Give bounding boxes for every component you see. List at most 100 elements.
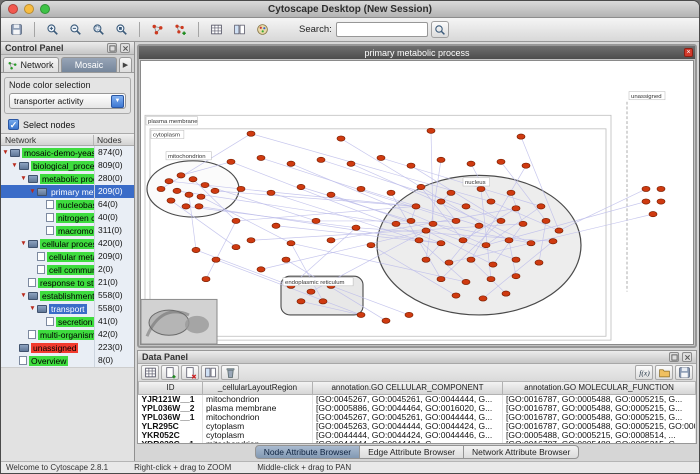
network-node[interactable] [555,228,563,233]
network-node[interactable] [452,293,460,298]
birdseye-view[interactable] [141,299,217,344]
table-row[interactable]: YJR121W__1mitochondrion[GO:0045267, GO:0… [139,394,696,404]
network-node[interactable] [497,159,505,164]
network-node[interactable] [512,257,520,262]
network-node[interactable] [237,186,245,191]
network-node[interactable] [312,218,320,223]
table-row[interactable]: YLR295Ccytoplasm[GO:0045263, GO:0044444,… [139,422,696,431]
network-node[interactable] [429,221,437,226]
tree-row-mosaic-demo-yeast[interactable]: ▼mosaic-demo-yeast874(0) [1,146,134,159]
network-node[interactable] [232,218,240,223]
expander-icon[interactable]: ▼ [19,240,28,247]
network-edge[interactable] [251,134,491,202]
select-attributes-icon[interactable] [141,365,159,380]
network-node[interactable] [489,262,497,267]
table-row[interactable]: YPL036W__1mitochondrion[GO:0045267, GO:0… [139,413,696,422]
network-edge[interactable] [206,221,236,279]
network-node[interactable] [212,257,220,262]
network-node[interactable] [649,212,657,217]
tree-row-transport[interactable]: ▼transport558(0) [1,302,134,315]
network-node[interactable] [467,161,475,166]
tree-row-secretion[interactable]: secretion41(0) [1,315,134,328]
network-node[interactable] [297,184,305,189]
expander-icon[interactable]: ▼ [1,149,10,156]
network-node[interactable] [522,163,530,168]
network-node[interactable] [405,312,413,317]
network-node[interactable] [527,241,535,246]
network-node[interactable] [502,291,510,296]
network-node[interactable] [337,136,345,141]
network-node[interactable] [537,204,545,209]
tab-scroll-right-button[interactable]: ▶ [119,57,132,72]
network-node[interactable] [512,274,520,279]
network-node[interactable] [197,194,205,199]
tree-row-cellular-metabo[interactable]: cellular metabo...209(0) [1,250,134,263]
tree-row-response-to-stimul[interactable]: response to stimul...21(0) [1,276,134,289]
network-node[interactable] [657,186,665,191]
create-attribute-icon[interactable] [161,365,179,380]
network-node[interactable] [319,299,327,304]
column-header-cellularlayoutregion[interactable]: _cellularLayoutRegion [203,382,313,394]
network-node[interactable] [642,186,650,191]
network-node[interactable] [297,299,305,304]
tree-row-macromolecule[interactable]: macromolecule...311(0) [1,224,134,237]
column-header-annotation-go-cellular-component[interactable]: annotation.GO CELLULAR_COMPONENT [313,382,503,394]
close-window-button[interactable] [8,4,18,14]
network-node[interactable] [192,247,200,252]
table-row[interactable]: YPL036W__2plasma membrane[GO:0005886, GO… [139,404,696,413]
save-session-icon[interactable] [6,20,27,39]
network-node[interactable] [352,225,360,230]
network-node[interactable] [422,228,430,233]
network-node[interactable] [452,218,460,223]
import-attributes-icon[interactable] [655,365,673,380]
select-nodes-option[interactable]: ✓ Select nodes [8,119,131,130]
network-node[interactable] [437,157,445,162]
tree-row-multi-organism-pro[interactable]: multi-organism pro...42(0) [1,328,134,341]
network-node[interactable] [227,159,235,164]
network-node[interactable] [417,184,425,189]
float-panel-icon[interactable] [107,43,117,53]
network-node[interactable] [182,204,190,209]
table-row[interactable]: YKR052Ccytoplasm[GO:0044444, GO:0044424,… [139,431,696,440]
network-node[interactable] [157,186,165,191]
node-color-dropdown[interactable]: transporter activity ▼ [9,93,126,109]
network-node[interactable] [412,204,420,209]
network-node[interactable] [462,204,470,209]
column-header-id[interactable]: ID [139,382,203,394]
network-node[interactable] [257,155,265,160]
search-go-icon[interactable] [431,21,449,38]
network-node[interactable] [642,199,650,204]
tab-mosaic[interactable]: Mosaic [61,57,117,72]
network-node[interactable] [475,223,483,228]
tree-row-cell-communica[interactable]: cell communica...2(0) [1,263,134,276]
tree-row-nucleobase[interactable]: nucleobase...64(0) [1,198,134,211]
network-node[interactable] [347,161,355,166]
tab-network[interactable]: Network [3,57,59,72]
network-node[interactable] [287,241,295,246]
network-node[interactable] [185,192,193,197]
network-node[interactable] [357,312,365,317]
network-node[interactable] [512,206,520,211]
network-node[interactable] [257,267,265,272]
expander-icon[interactable]: ▼ [28,188,37,195]
tree-row-overview[interactable]: Overview8(0) [1,354,134,367]
network-node[interactable] [327,192,335,197]
network-node[interactable] [377,155,385,160]
network-node[interactable] [201,182,209,187]
network-node[interactable] [367,243,375,248]
network-node[interactable] [542,218,550,223]
expander-icon[interactable]: ▼ [19,175,28,182]
match-attribute-icon[interactable] [201,365,219,380]
network-node[interactable] [519,221,527,226]
tab-node-attribute-browser[interactable]: Node Attribute Browser [255,445,360,459]
network-node[interactable] [535,260,543,265]
network-node[interactable] [657,199,665,204]
network-node[interactable] [202,276,210,281]
network-node[interactable] [195,204,203,209]
network-node[interactable] [407,163,415,168]
network-edge[interactable] [196,250,291,286]
network-canvas[interactable]: plasma membranecytoplasmmitochondrionnuc… [140,60,694,345]
network-node[interactable] [247,238,255,243]
network-node[interactable] [462,279,470,284]
network-node[interactable] [211,188,219,193]
